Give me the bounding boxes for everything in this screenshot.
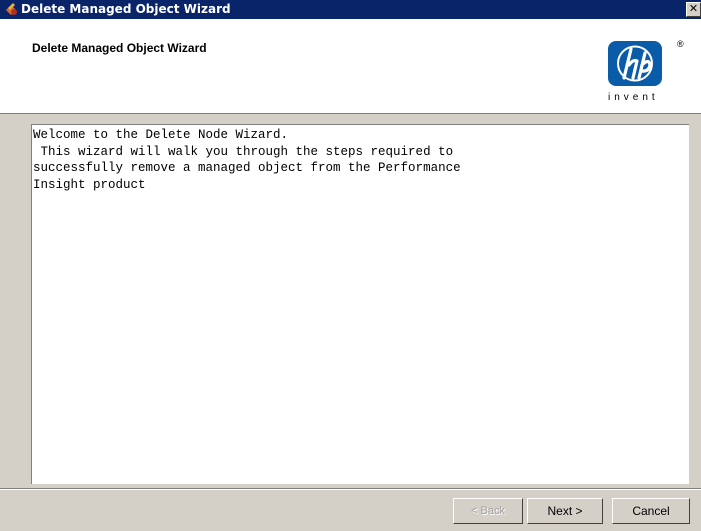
app-icon bbox=[4, 2, 19, 17]
welcome-text-area[interactable]: Welcome to the Delete Node Wizard. This … bbox=[31, 124, 689, 484]
next-button[interactable]: Next > bbox=[527, 498, 603, 524]
wizard-header: Delete Managed Object Wizard ® invent bbox=[0, 19, 701, 114]
wizard-footer: < Back Next > Cancel bbox=[0, 490, 701, 531]
welcome-text: Welcome to the Delete Node Wizard. This … bbox=[33, 128, 461, 192]
close-button[interactable]: ✕ bbox=[686, 2, 701, 17]
back-button[interactable]: < Back bbox=[453, 498, 523, 524]
logo-tagline: invent bbox=[608, 92, 659, 103]
registered-mark: ® bbox=[677, 39, 684, 49]
header-title: Delete Managed Object Wizard bbox=[32, 41, 207, 55]
cancel-button[interactable]: Cancel bbox=[612, 498, 690, 524]
wizard-body: Welcome to the Delete Node Wizard. This … bbox=[0, 114, 701, 488]
window-title: Delete Managed Object Wizard bbox=[21, 2, 231, 16]
hp-logo-icon: ® invent bbox=[596, 27, 701, 112]
title-bar[interactable]: Delete Managed Object Wizard ✕ bbox=[0, 0, 701, 19]
